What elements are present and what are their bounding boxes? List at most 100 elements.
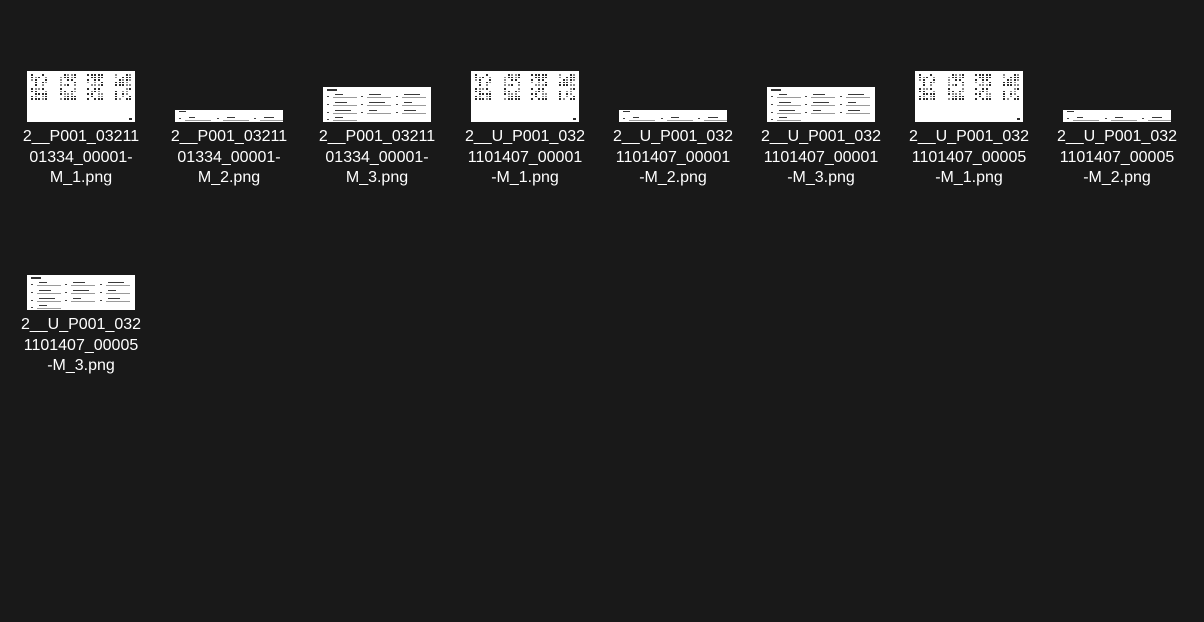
thumbnail-mark — [1013, 90, 1016, 93]
thumbnail-mark — [958, 76, 961, 79]
thumbnail-mark — [41, 84, 44, 86]
thumbnail-mark — [94, 74, 97, 76]
thumbnail-mark — [74, 76, 77, 79]
thumbnail-mark — [63, 90, 66, 93]
file-thumbnail[interactable] — [751, 68, 891, 122]
thumbnail-mark — [60, 88, 62, 90]
thumbnail-mark — [478, 98, 481, 100]
image-thumbnail-icon — [619, 110, 727, 122]
thumbnail-mark — [951, 90, 954, 93]
file-name[interactable]: 2__U_P001_032 1101407_00005 -M_1.png — [899, 127, 1039, 189]
thumbnail-mark — [569, 74, 572, 76]
file-thumbnail[interactable] — [1047, 68, 1187, 122]
thumbnail-mark — [566, 81, 569, 84]
file-name[interactable]: 2__P001_03211 01334_00001- M_1.png — [11, 127, 151, 189]
thumbnail-mark — [45, 81, 48, 84]
thumbnail-mark — [489, 76, 492, 79]
file-thumbnail[interactable] — [455, 68, 595, 122]
thumbnail-mark — [361, 96, 363, 97]
thumbnail-mark — [559, 81, 561, 84]
thumbnail-mark — [38, 93, 41, 95]
thumbnail-mark — [982, 98, 985, 100]
thumbnail-mark — [100, 300, 102, 301]
thumbnail-mark — [566, 95, 569, 98]
thumbnail-mark — [989, 74, 992, 76]
file-thumbnail[interactable] — [307, 68, 447, 122]
thumbnail-mark — [922, 79, 925, 81]
thumbnail-mark — [962, 90, 965, 93]
file-item[interactable]: 2__P001_03211 01334_00001- M_2.png — [159, 68, 299, 248]
thumbnail-mark — [478, 81, 481, 84]
thumbnail-mark — [115, 81, 117, 84]
thumbnail-mark — [478, 79, 481, 81]
thumbnail-mark — [985, 95, 988, 98]
thumbnail-mark — [511, 95, 514, 98]
file-name[interactable]: 2__U_P001_032 1101407_00005 -M_3.png — [11, 315, 151, 377]
file-item[interactable]: 2__U_P001_032 1101407_00001 -M_3.png — [751, 68, 891, 248]
thumbnail-mark — [777, 105, 801, 106]
file-name[interactable]: 2__U_P001_032 1101407_00005 -M_2.png — [1047, 127, 1187, 189]
thumbnail-mark — [629, 120, 655, 121]
file-item[interactable]: 2__U_P001_032 1101407_00005 -M_3.png — [11, 256, 151, 436]
thumbnail-mark — [129, 79, 132, 81]
thumbnail-mark — [562, 81, 565, 84]
thumbnail-mark — [982, 74, 985, 76]
file-thumbnail[interactable] — [11, 256, 151, 310]
file-item[interactable]: 2__U_P001_032 1101407_00005 -M_1.png — [899, 68, 1039, 248]
thumbnail-mark — [45, 76, 48, 79]
file-name[interactable]: 2__U_P001_032 1101407_00001 -M_2.png — [603, 127, 743, 189]
thumbnail-mark — [100, 284, 102, 285]
thumbnail-mark — [90, 90, 93, 93]
thumbnail-mark — [777, 120, 801, 121]
thumbnail-mark — [922, 88, 925, 90]
file-item[interactable]: 2__U_P001_032 1101407_00001 -M_2.png — [603, 68, 743, 248]
thumbnail-mark — [63, 93, 66, 95]
thumbnail-mark — [545, 84, 548, 86]
thumbnail-mark — [779, 102, 791, 103]
thumbnail-mark — [933, 98, 936, 100]
thumbnail-mark — [1013, 81, 1016, 84]
thumbnail-mark — [97, 98, 100, 100]
thumbnail-mark — [633, 117, 639, 118]
thumbnail-mark — [65, 284, 67, 285]
file-item[interactable]: 2__U_P001_032 1101407_00005 -M_2.png — [1047, 68, 1187, 248]
file-item[interactable]: 2__U_P001_032 1101407_00001 -M_1.png — [455, 68, 595, 248]
file-name[interactable]: 2__P001_03211 01334_00001- M_2.png — [159, 127, 299, 189]
thumbnail-mark — [534, 93, 537, 95]
file-name[interactable]: 2__P001_03211 01334_00001- M_3.png — [307, 127, 447, 189]
thumbnail-mark — [1006, 79, 1009, 81]
thumbnail-mark — [531, 74, 533, 76]
thumbnail-mark — [254, 118, 256, 119]
thumbnail-mark — [840, 112, 842, 113]
thumbnail-mark — [955, 84, 958, 86]
thumbnail-mark — [948, 76, 950, 79]
thumbnail-mark — [538, 81, 541, 84]
thumbnail-mark — [848, 102, 856, 103]
file-thumbnail[interactable] — [159, 68, 299, 122]
thumbnail-mark — [65, 300, 67, 301]
thumbnail-mark — [922, 95, 925, 98]
thumbnail-mark — [404, 110, 416, 111]
thumbnail-mark — [402, 97, 426, 98]
thumbnail-mark — [70, 90, 73, 93]
file-thumbnail[interactable] — [11, 68, 151, 122]
file-name[interactable]: 2__U_P001_032 1101407_00001 -M_3.png — [751, 127, 891, 189]
thumbnail-mark — [518, 74, 521, 76]
thumbnail-mark — [985, 98, 988, 100]
thumbnail-mark — [929, 98, 932, 100]
thumbnail-mark — [97, 84, 100, 86]
thumbnail-mark — [545, 74, 548, 76]
file-thumbnail[interactable] — [603, 68, 743, 122]
thumbnail-mark — [327, 104, 329, 105]
file-item[interactable]: 2__P001_03211 01334_00001- M_3.png — [307, 68, 447, 248]
thumbnail-mark — [962, 74, 965, 76]
thumbnail-mark — [982, 84, 985, 86]
thumbnail-mark — [559, 74, 561, 76]
thumbnail-mark — [369, 94, 381, 95]
thumbnail-mark — [811, 113, 835, 114]
file-thumbnail[interactable] — [899, 68, 1039, 122]
file-item[interactable]: 2__P001_03211 01334_00001- M_1.png — [11, 68, 151, 248]
thumbnail-mark — [125, 88, 128, 90]
thumbnail-mark — [478, 95, 481, 98]
file-name[interactable]: 2__U_P001_032 1101407_00001 -M_1.png — [455, 127, 595, 189]
